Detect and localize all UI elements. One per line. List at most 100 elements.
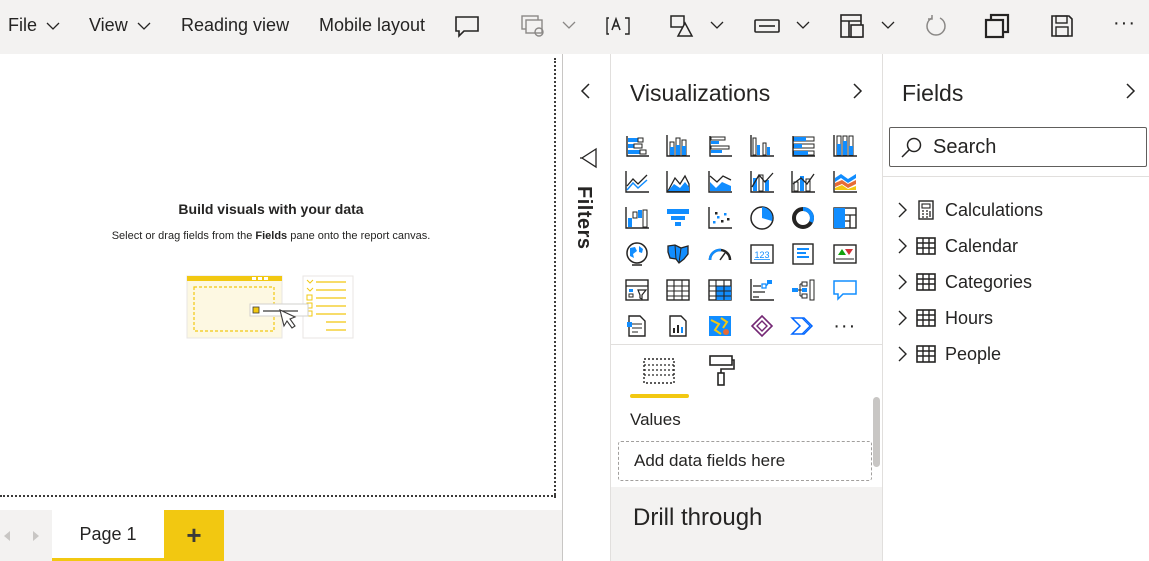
chevron-down-icon[interactable] [794,16,812,34]
duplicate-icon [984,13,1010,39]
collapse-filters-icon[interactable] [578,82,594,100]
chevron-right-icon[interactable] [893,237,911,255]
drill-through-heading: Drill through [633,504,763,531]
key-influencers-icon[interactable] [741,272,783,308]
chevron-right-icon[interactable] [893,345,911,363]
line-and-stacked-column-chart-icon[interactable] [741,164,783,200]
table-icon[interactable] [658,272,700,308]
chevron-down-icon [137,22,151,30]
funnel-icon[interactable] [658,200,700,236]
field-table-calendar[interactable]: Calendar [893,231,1143,261]
clustered-column-chart-icon[interactable] [741,128,783,164]
shapes-button[interactable] [668,12,696,40]
chevron-down-icon [46,22,60,30]
chevron-down-icon[interactable] [708,16,726,34]
fields-search-input[interactable] [889,127,1147,167]
chevron-down-icon[interactable] [879,16,897,34]
waterfall-chart-icon[interactable] [616,200,658,236]
values-drop-zone[interactable]: Add data fields here [618,441,872,481]
scrollbar[interactable] [873,397,880,467]
page-layout-button[interactable] [838,12,866,40]
smart-narrative-icon[interactable] [658,308,700,344]
page-tab-page-1[interactable]: Page 1 [52,510,164,561]
filled-map-icon[interactable] [658,236,700,272]
field-table-label: People [945,343,1002,364]
power-apps-icon[interactable] [741,308,783,344]
filters-pane-label[interactable]: Filters [572,186,595,250]
view-menu[interactable]: View [89,14,151,36]
file-menu[interactable]: File [8,14,60,36]
donut-chart-icon[interactable] [782,200,824,236]
ribbon-chart-icon[interactable] [824,164,866,200]
svg-text:123: 123 [754,250,769,260]
text-box-icon [606,16,630,35]
chevron-right-icon[interactable] [893,309,911,327]
field-table-hours[interactable]: Hours [893,303,1143,333]
save-button[interactable] [1048,12,1076,40]
power-automate-icon[interactable] [782,308,824,344]
mobile-layout-button[interactable]: Mobile layout [319,14,425,36]
card-icon[interactable]: 123 [741,236,783,272]
stacked-column-chart-icon[interactable] [658,128,700,164]
canvas-border [0,495,556,497]
matrix-icon[interactable] [699,272,741,308]
field-table-calculations[interactable]: Calculations [893,195,1143,225]
table-icon [916,309,936,327]
scatter-chart-icon[interactable] [699,200,741,236]
more-visuals-icon[interactable]: ··· [824,308,866,344]
add-page-button[interactable]: + [164,510,224,561]
100-stacked-bar-chart-icon[interactable] [782,128,824,164]
scroll-right-icon[interactable] [31,530,41,542]
treemap-icon[interactable] [824,200,866,236]
active-tab-indicator [630,394,689,398]
table-icon [916,345,936,363]
decomposition-tree-icon[interactable] [782,272,824,308]
more-options-button[interactable]: ··· [1113,12,1136,34]
expand-visualizations-icon[interactable] [849,82,865,100]
stacked-bar-chart-icon[interactable] [616,128,658,164]
text-box-button[interactable] [604,12,632,40]
duplicate-button[interactable] [983,12,1011,40]
comment-button[interactable] [453,12,481,40]
scroll-left-icon[interactable] [2,530,12,542]
area-chart-icon[interactable] [658,164,700,200]
reading-view-button[interactable]: Reading view [181,14,289,36]
comment-icon [455,16,479,38]
spotlight-button[interactable] [519,12,547,40]
page-layout-icon [840,14,864,38]
expand-fields-icon[interactable] [1122,82,1138,100]
canvas-heading: Build visuals with your data [178,201,364,217]
field-table-categories[interactable]: Categories [893,267,1143,297]
slicer-icon[interactable] [616,272,658,308]
refresh-button[interactable] [922,12,950,40]
gauge-icon[interactable] [699,236,741,272]
buttons-button[interactable] [753,12,781,40]
table-icon [916,273,936,291]
divider [611,344,882,345]
multi-row-card-icon[interactable] [782,236,824,272]
line-and-clustered-column-chart-icon[interactable] [782,164,824,200]
visualizations-title: Visualizations [630,80,771,106]
kpi-icon[interactable] [824,236,866,272]
chevron-right-icon[interactable] [893,201,911,219]
map-icon[interactable] [616,236,658,272]
calculator-table-icon [918,200,934,220]
line-chart-icon[interactable] [616,164,658,200]
chevron-right-icon[interactable] [893,273,911,291]
azure-map-icon[interactable] [699,308,741,344]
build-visual-tab[interactable] [641,355,677,387]
paint-roller-icon [709,355,735,386]
stacked-area-chart-icon[interactable] [699,164,741,200]
field-table-label: Calendar [945,235,1019,256]
paginated-report-icon[interactable] [616,308,658,344]
chevron-down-icon[interactable] [560,16,578,34]
visual-types-grid: 123 ··· [616,128,866,344]
field-table-people[interactable]: People [893,339,1143,369]
clustered-bar-chart-icon[interactable] [699,128,741,164]
field-table-label: Hours [945,307,994,328]
100-stacked-column-chart-icon[interactable] [824,128,866,164]
pie-chart-icon[interactable] [741,200,783,236]
qa-icon[interactable] [824,272,866,308]
build-visual-icon [643,358,675,384]
format-visual-tab[interactable] [704,353,738,387]
